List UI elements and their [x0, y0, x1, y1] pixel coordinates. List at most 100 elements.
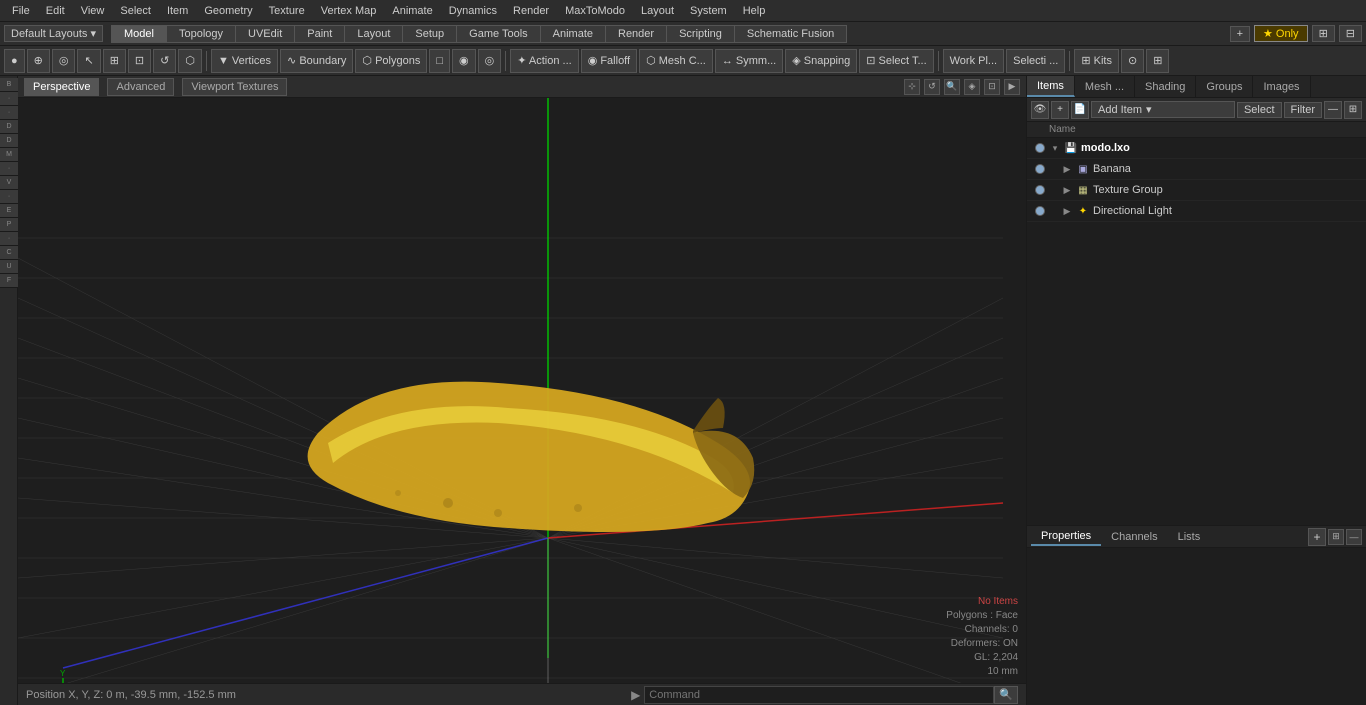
- props-ctrl-expand[interactable]: ⊞: [1328, 529, 1344, 545]
- item-expand-banana[interactable]: ▶: [1061, 163, 1073, 175]
- item-expand-texture-group[interactable]: ▶: [1061, 184, 1073, 196]
- viewport-tab-perspective[interactable]: Perspective: [24, 78, 99, 96]
- add-tab-button[interactable]: +: [1230, 26, 1250, 42]
- items-tb-add[interactable]: +: [1051, 101, 1069, 119]
- tool-polygons[interactable]: ⬡ Polygons: [355, 49, 427, 73]
- menu-texture[interactable]: Texture: [261, 3, 313, 19]
- tool-kits[interactable]: ⊞ Kits: [1074, 49, 1119, 73]
- left-icon-4[interactable]: D: [0, 120, 18, 134]
- tab-schematic[interactable]: Schematic Fusion: [734, 25, 847, 43]
- tool-transform[interactable]: ⊞: [103, 49, 126, 73]
- props-tab-lists[interactable]: Lists: [1168, 529, 1211, 545]
- props-add-button[interactable]: +: [1308, 528, 1326, 546]
- vp-ctrl-3[interactable]: 🔍: [944, 79, 960, 95]
- props-tab-properties[interactable]: Properties: [1031, 528, 1101, 546]
- items-filter-button[interactable]: Filter: [1284, 102, 1322, 118]
- left-icon-7[interactable]: ·: [0, 162, 18, 176]
- bottom-arrow[interactable]: ▶: [627, 688, 644, 702]
- left-icon-11[interactable]: P: [0, 218, 18, 232]
- menu-edit[interactable]: Edit: [38, 3, 73, 19]
- tool-shape[interactable]: ⬡: [178, 49, 202, 73]
- tool-selection[interactable]: Selecti ...: [1006, 49, 1065, 73]
- tab-paint[interactable]: Paint: [294, 25, 344, 43]
- left-icon-13[interactable]: C: [0, 246, 18, 260]
- left-icon-2[interactable]: ·: [0, 92, 18, 106]
- item-expand-modolxo[interactable]: ▾: [1049, 142, 1061, 154]
- menu-maxtomodo[interactable]: MaxToModo: [557, 3, 633, 19]
- tab-model[interactable]: Model: [111, 25, 166, 43]
- vp-ctrl-5[interactable]: ⊡: [984, 79, 1000, 95]
- vp-ctrl-2[interactable]: ↺: [924, 79, 940, 95]
- item-row-texture-group[interactable]: ▶ ▦ Texture Group: [1027, 180, 1366, 201]
- tab-topology[interactable]: Topology: [166, 25, 235, 43]
- items-tab-images[interactable]: Images: [1253, 76, 1310, 97]
- tool-mode4[interactable]: □: [429, 49, 450, 73]
- tab-animate[interactable]: Animate: [540, 25, 605, 43]
- items-expand-btn[interactable]: ⊞: [1344, 101, 1362, 119]
- tool-rotate[interactable]: ↺: [153, 49, 176, 73]
- tool-symmetry[interactable]: ↔ Symm...: [715, 49, 783, 73]
- tab-setup[interactable]: Setup: [402, 25, 456, 43]
- tool-world[interactable]: ⊕: [27, 49, 50, 73]
- tab-render[interactable]: Render: [605, 25, 666, 43]
- menu-select[interactable]: Select: [112, 3, 159, 19]
- tool-mode-circle[interactable]: ◎: [52, 49, 76, 73]
- left-icon-6[interactable]: M: [0, 148, 18, 162]
- tool-vr[interactable]: ⊙: [1121, 49, 1144, 73]
- command-search-button[interactable]: 🔍: [994, 686, 1018, 704]
- tool-action[interactable]: ✦ Action ...: [510, 49, 578, 73]
- item-vis-modolxo[interactable]: [1031, 140, 1049, 156]
- tool-vertices[interactable]: ▼ Vertices: [211, 49, 278, 73]
- menu-geometry[interactable]: Geometry: [196, 3, 260, 19]
- menu-item[interactable]: Item: [159, 3, 196, 19]
- menu-layout[interactable]: Layout: [633, 3, 682, 19]
- viewport-canvas[interactable]: X Y Z No Items Polygons : Face Channels:…: [18, 98, 1026, 683]
- item-row-directional-light[interactable]: ▶ ✦ Directional Light: [1027, 201, 1366, 222]
- items-tb-eye[interactable]: 👁: [1031, 101, 1049, 119]
- tool-boundary[interactable]: ∿ Boundary: [280, 49, 353, 73]
- items-add-dropdown[interactable]: Add Item ▾: [1091, 101, 1235, 118]
- menu-help[interactable]: Help: [735, 3, 774, 19]
- tool-select-t[interactable]: ⊡ Select T...: [859, 49, 933, 73]
- items-tab-groups[interactable]: Groups: [1196, 76, 1253, 97]
- items-tab-shading[interactable]: Shading: [1135, 76, 1196, 97]
- tab-layout[interactable]: Layout: [344, 25, 402, 43]
- items-collapse[interactable]: —: [1324, 101, 1342, 119]
- command-input[interactable]: [644, 686, 994, 704]
- viewport-tab-advanced[interactable]: Advanced: [107, 78, 174, 96]
- tool-mesh[interactable]: ⬡ Mesh C...: [639, 49, 713, 73]
- left-icon-14[interactable]: U: [0, 260, 18, 274]
- props-tab-channels[interactable]: Channels: [1101, 529, 1167, 545]
- tool-scale[interactable]: ⊡: [128, 49, 151, 73]
- menu-animate[interactable]: Animate: [384, 3, 440, 19]
- left-icon-15[interactable]: F: [0, 274, 18, 288]
- fullscreen-button[interactable]: ⊞: [1312, 25, 1335, 42]
- item-vis-directional-light[interactable]: [1031, 203, 1049, 219]
- items-tb-delete[interactable]: 📄: [1071, 101, 1089, 119]
- tool-mode5[interactable]: ◉: [452, 49, 476, 73]
- layout-dropdown[interactable]: Default Layouts ▾: [4, 25, 103, 42]
- vp-ctrl-4[interactable]: ◈: [964, 79, 980, 95]
- left-icon-12[interactable]: ·: [0, 232, 18, 246]
- items-tab-mesh[interactable]: Mesh ...: [1075, 76, 1135, 97]
- menu-view[interactable]: View: [73, 3, 113, 19]
- left-icon-3[interactable]: ·: [0, 106, 18, 120]
- menu-vertexmap[interactable]: Vertex Map: [313, 3, 385, 19]
- tool-select-arrow[interactable]: ↖: [77, 49, 100, 73]
- left-icon-10[interactable]: E: [0, 204, 18, 218]
- left-icon-8[interactable]: V: [0, 176, 18, 190]
- item-vis-banana[interactable]: [1031, 161, 1049, 177]
- items-tab-items[interactable]: Items: [1027, 76, 1075, 97]
- settings-button[interactable]: ⊟: [1339, 25, 1362, 42]
- menu-system[interactable]: System: [682, 3, 735, 19]
- tab-scripting[interactable]: Scripting: [666, 25, 734, 43]
- menu-render[interactable]: Render: [505, 3, 557, 19]
- item-row-modolxo[interactable]: ▾ 💾 modo.lxo: [1027, 138, 1366, 159]
- tool-falloff[interactable]: ◉ Falloff: [581, 49, 637, 73]
- tab-uvedit[interactable]: UVEdit: [235, 25, 294, 43]
- left-icon-5[interactable]: D: [0, 134, 18, 148]
- viewport-tab-textures[interactable]: Viewport Textures: [182, 78, 287, 96]
- vp-ctrl-6[interactable]: ▶: [1004, 79, 1020, 95]
- props-ctrl-collapse[interactable]: —: [1346, 529, 1362, 545]
- vp-ctrl-1[interactable]: ⊹: [904, 79, 920, 95]
